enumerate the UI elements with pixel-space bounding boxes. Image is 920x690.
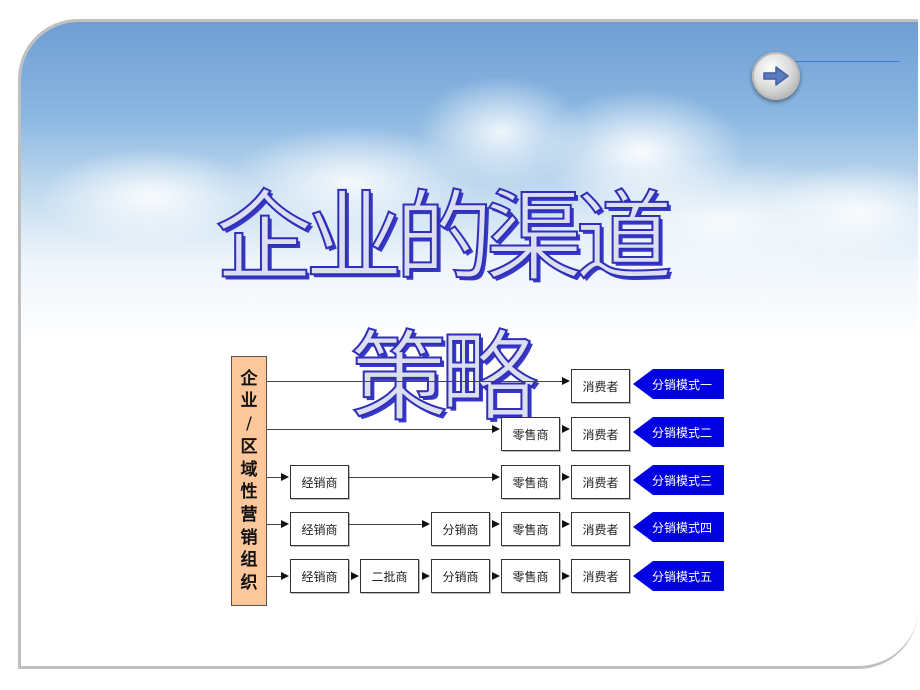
arrow-head [281, 572, 289, 580]
source-char: 营 [240, 505, 258, 526]
node-retailer: 零售商 [501, 465, 560, 499]
source-char: 销 [240, 527, 258, 548]
node-dealer: 经销商 [290, 559, 349, 593]
source-char: 域 [240, 459, 258, 480]
source-char: 性 [240, 482, 258, 503]
arrow-head [492, 520, 500, 528]
node-consumer: 消费者 [571, 465, 630, 499]
arrow-head [492, 425, 500, 433]
arrow-head [281, 473, 289, 481]
connector-line [267, 429, 492, 430]
arrow-head [492, 473, 500, 481]
connector-line [349, 524, 422, 525]
node-secondary-wholesaler: 二批商 [360, 559, 419, 593]
mode-tag-3: 分销模式三 [633, 465, 724, 495]
source-char: 业 [240, 391, 258, 412]
source-char: 组 [240, 550, 258, 571]
arrow-head [562, 425, 570, 433]
node-distributor: 分销商 [431, 512, 490, 546]
arrow-head [422, 520, 430, 528]
source-organization-box: 企 业 / 区 域 性 营 销 组 织 [231, 356, 267, 606]
mode-tag-5: 分销模式五 [633, 561, 724, 591]
node-dealer: 经销商 [290, 512, 349, 546]
connector-line [267, 381, 562, 382]
node-consumer: 消费者 [571, 369, 630, 403]
node-retailer: 零售商 [501, 559, 560, 593]
node-retailer: 零售商 [501, 512, 560, 546]
node-retailer: 零售商 [501, 417, 560, 451]
arrow-head [492, 572, 500, 580]
arrow-head [562, 473, 570, 481]
mode-tag-4: 分销模式四 [633, 512, 724, 542]
arrow-head [281, 520, 289, 528]
connector-line [267, 477, 281, 478]
node-distributor: 分销商 [431, 559, 490, 593]
connector-line [267, 576, 281, 577]
mode-tag-1: 分销模式一 [633, 369, 724, 399]
mode-tag-2: 分销模式二 [633, 417, 724, 447]
node-consumer: 消费者 [571, 512, 630, 546]
channel-diagram: 企 业 / 区 域 性 营 销 组 织 消费者 分销模式一 零售商 消费者 分销… [0, 0, 920, 690]
arrow-head [562, 520, 570, 528]
arrow-head [562, 572, 570, 580]
node-consumer: 消费者 [571, 559, 630, 593]
node-dealer: 经销商 [290, 465, 349, 499]
connector-line [349, 477, 492, 478]
arrow-head [351, 572, 359, 580]
arrow-head [422, 572, 430, 580]
source-char: 区 [240, 436, 258, 457]
connector-line [267, 524, 281, 525]
source-char: / [246, 414, 252, 435]
source-char: 企 [240, 368, 258, 389]
arrow-head [562, 377, 570, 385]
node-consumer: 消费者 [571, 417, 630, 451]
source-char: 织 [240, 573, 258, 594]
